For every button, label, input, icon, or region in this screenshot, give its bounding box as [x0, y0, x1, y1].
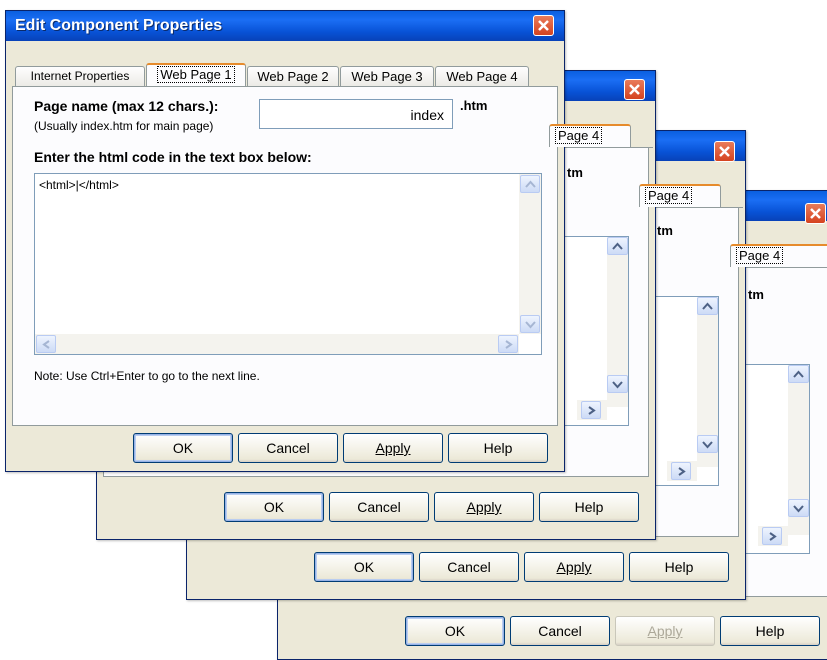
horizontal-scrollbar[interactable]	[577, 400, 607, 420]
ok-button[interactable]: OK	[314, 552, 414, 582]
chevron-up-icon	[525, 180, 536, 188]
chevron-down-icon	[702, 441, 713, 449]
title-bar[interactable]: Edit Component Properties	[6, 11, 564, 41]
close-icon	[719, 146, 730, 157]
chevron-down-icon	[525, 321, 536, 329]
note-text: Note: Use Ctrl+Enter to go to the next l…	[34, 369, 260, 383]
help-button[interactable]: Help	[539, 492, 639, 522]
scroll-right-button[interactable]	[581, 401, 601, 419]
cancel-button[interactable]: Cancel	[510, 616, 610, 646]
chevron-up-icon	[702, 302, 713, 310]
tab-internet-properties[interactable]: Internet Properties	[15, 66, 145, 86]
tab-panel: Page name (max 12 chars.): (Usually inde…	[12, 86, 558, 426]
help-button[interactable]: Help	[629, 552, 729, 582]
html-code-textarea[interactable]: <html>|</html>	[34, 173, 542, 355]
cancel-button[interactable]: Cancel	[238, 433, 338, 463]
scroll-down-button[interactable]	[788, 499, 809, 517]
tab-web-page-3[interactable]: Web Page 3	[340, 66, 434, 86]
close-icon	[538, 20, 549, 31]
scroll-right-button[interactable]	[498, 335, 518, 353]
cancel-button[interactable]: Cancel	[419, 552, 519, 582]
page-name-hint: (Usually index.htm for main page)	[34, 119, 214, 133]
help-button[interactable]: Help	[720, 616, 820, 646]
tab-web-page-4[interactable]: Web Page 4	[435, 66, 529, 86]
vertical-scrollbar[interactable]	[788, 365, 809, 535]
apply-button[interactable]: Apply	[615, 616, 715, 646]
window-title: Edit Component Properties	[15, 17, 223, 34]
scroll-up-button[interactable]	[607, 237, 628, 255]
dialog-window-1: Edit Component Properties Internet Prope…	[5, 10, 565, 472]
apply-button[interactable]: Apply	[434, 492, 534, 522]
extension-label: .htm	[460, 98, 488, 113]
tab-web-page-4[interactable]: Page 4	[549, 124, 631, 147]
chevron-right-icon	[588, 406, 596, 415]
chevron-down-icon	[612, 381, 623, 389]
page-name-label: Page name (max 12 chars.):	[34, 98, 219, 114]
chevron-right-icon	[678, 467, 686, 476]
help-button[interactable]: Help	[448, 433, 548, 463]
tab-web-page-2[interactable]: Web Page 2	[247, 66, 339, 86]
chevron-left-icon	[42, 340, 50, 349]
scroll-down-button[interactable]	[607, 375, 628, 393]
page-name-field[interactable]: index	[259, 99, 453, 129]
chevron-up-icon	[612, 242, 623, 250]
scroll-down-button[interactable]	[697, 435, 718, 453]
ok-button[interactable]: OK	[224, 492, 324, 522]
ok-button[interactable]: OK	[405, 616, 505, 646]
extension-label: tm	[657, 223, 673, 238]
close-icon	[629, 84, 640, 95]
scroll-right-button[interactable]	[671, 462, 691, 480]
tab-web-page-1[interactable]: Web Page 1	[146, 63, 246, 86]
close-button[interactable]	[533, 15, 554, 36]
horizontal-scrollbar[interactable]	[35, 334, 519, 354]
tab-web-page-4[interactable]: Page 4	[730, 244, 827, 267]
tab-web-page-4[interactable]: Page 4	[639, 184, 721, 207]
html-code-content: <html>|</html>	[39, 178, 119, 192]
extension-label: tm	[567, 165, 583, 180]
vertical-scrollbar[interactable]	[519, 174, 541, 334]
close-button[interactable]	[624, 79, 645, 100]
vertical-scrollbar[interactable]	[607, 237, 628, 407]
page-name-value: index	[410, 107, 444, 123]
extension-label: tm	[748, 287, 764, 302]
html-code-label: Enter the html code in the text box belo…	[34, 149, 312, 165]
chevron-right-icon	[769, 532, 777, 541]
scroll-right-button[interactable]	[762, 527, 782, 545]
scroll-down-button[interactable]	[520, 315, 540, 333]
scroll-up-button[interactable]	[520, 175, 540, 193]
close-icon	[810, 208, 821, 219]
chevron-down-icon	[793, 505, 804, 513]
close-button[interactable]	[805, 203, 826, 224]
chevron-up-icon	[793, 370, 804, 378]
cancel-button[interactable]: Cancel	[329, 492, 429, 522]
scroll-up-button[interactable]	[788, 365, 809, 383]
horizontal-scrollbar[interactable]	[667, 461, 697, 481]
horizontal-scrollbar[interactable]	[758, 526, 788, 546]
scroll-up-button[interactable]	[697, 297, 718, 315]
apply-button[interactable]: Apply	[343, 433, 443, 463]
vertical-scrollbar[interactable]	[697, 297, 718, 467]
scroll-left-button[interactable]	[36, 335, 56, 353]
chevron-right-icon	[505, 340, 513, 349]
ok-button[interactable]: OK	[133, 433, 233, 463]
apply-button[interactable]: Apply	[524, 552, 624, 582]
close-button[interactable]	[714, 141, 735, 162]
